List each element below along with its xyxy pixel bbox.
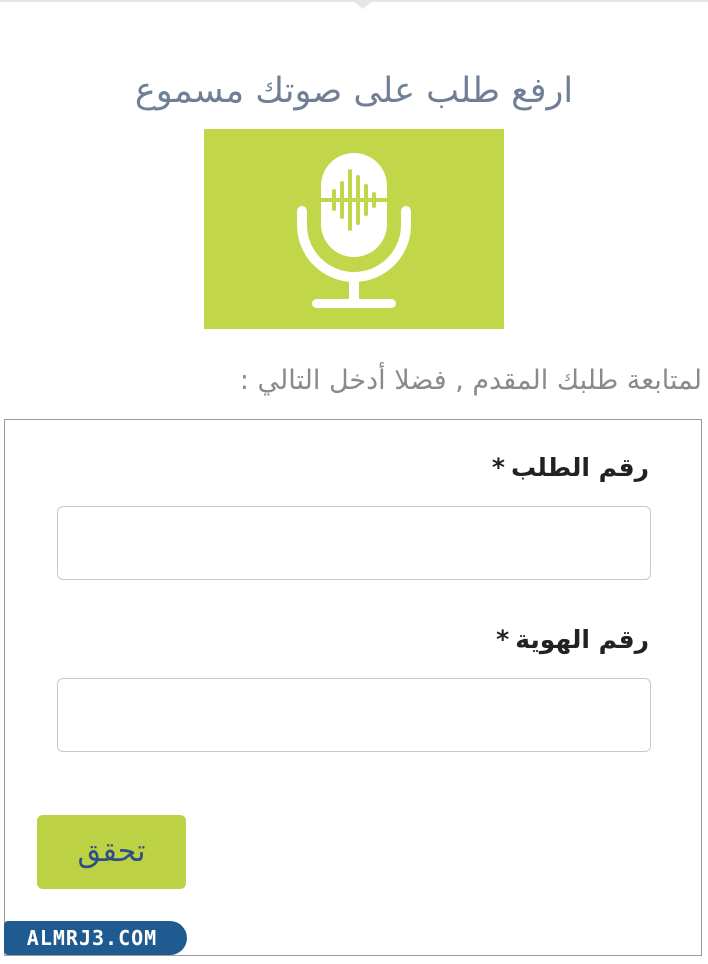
page-title: ارفع طلب على صوتك مسموع — [134, 71, 574, 111]
id-number-input[interactable] — [57, 678, 651, 752]
page: ارفع طلب على صوتك مسموع لمتابعة طلبك الم… — [0, 0, 708, 964]
request-number-label: رقم الطلب* — [249, 448, 649, 488]
microphone-banner — [204, 129, 504, 329]
top-divider-notch — [352, 0, 374, 9]
tracking-form: رقم الطلب* رقم الهوية* تحقق — [4, 419, 702, 956]
request-number-input[interactable] — [57, 506, 651, 580]
site-watermark: ALMRJ3.COM — [4, 921, 187, 955]
watermark-text: ALMRJ3.COM — [26, 926, 158, 950]
verify-button[interactable]: تحقق — [37, 815, 186, 889]
required-mark: * — [491, 453, 505, 482]
required-mark: * — [496, 625, 510, 654]
id-number-label-text: رقم الهوية — [515, 625, 649, 654]
microphone-icon — [297, 153, 411, 308]
instructions-text: لمتابعة طلبك المقدم , فضلا أدخل التالي : — [239, 365, 702, 396]
id-number-label: رقم الهوية* — [249, 620, 649, 660]
request-number-label-text: رقم الطلب — [510, 453, 649, 482]
